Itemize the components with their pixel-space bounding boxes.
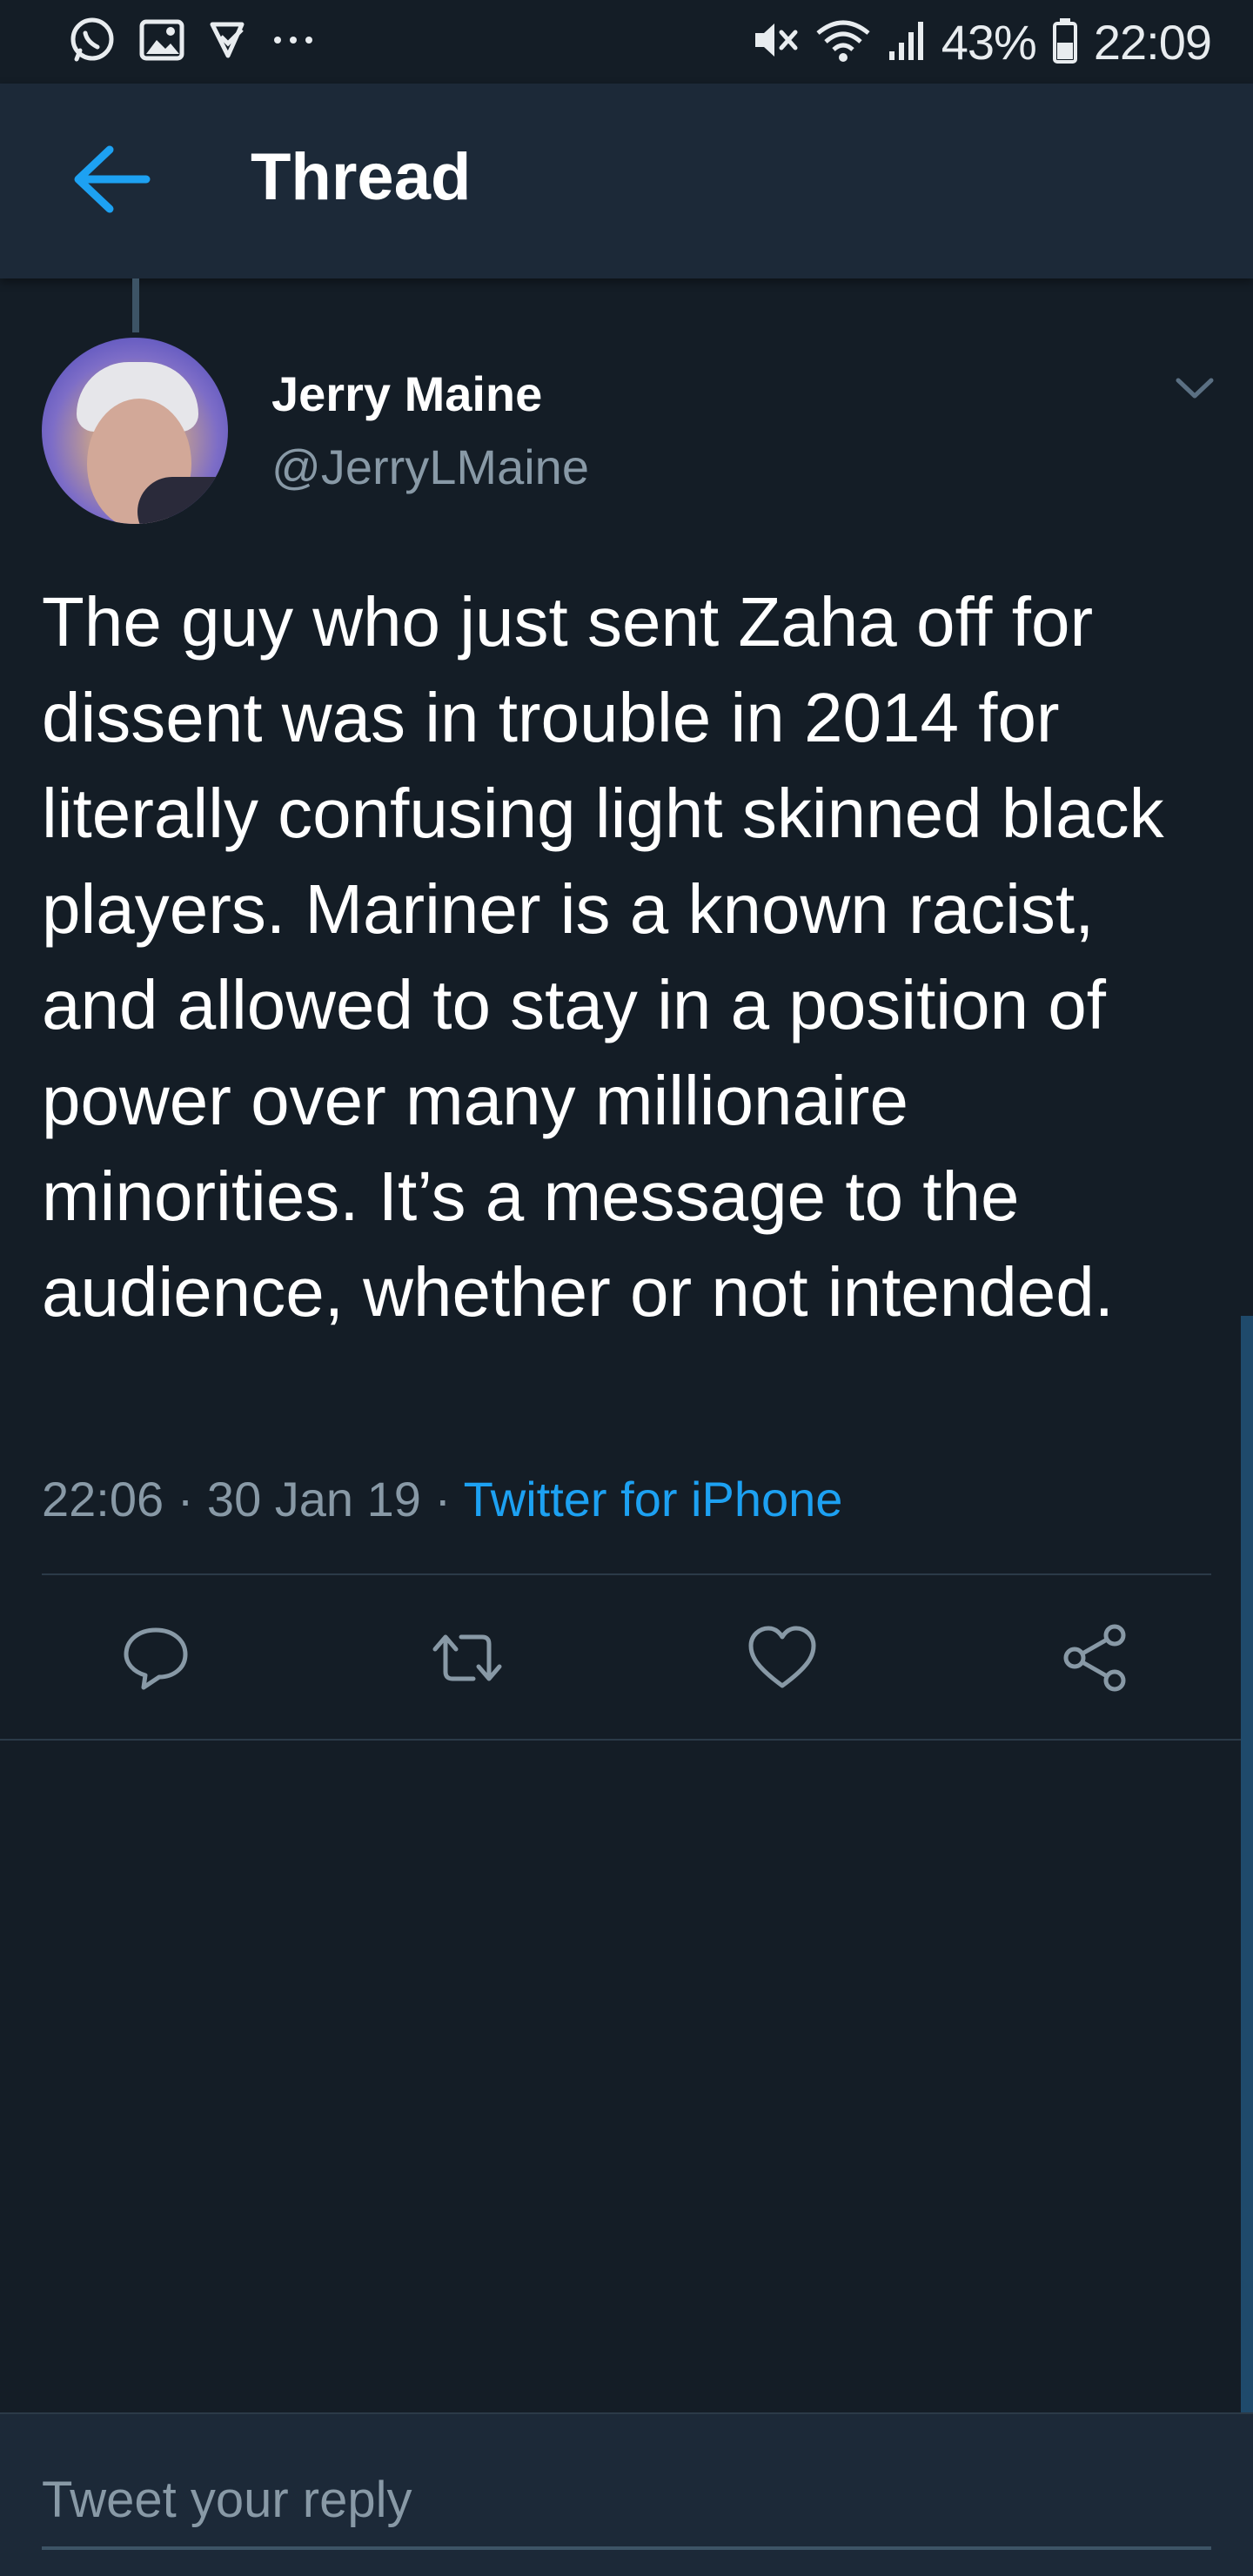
like-icon	[747, 1625, 817, 1695]
tweet-date: 30 Jan 19	[206, 1472, 421, 1526]
tweet-source-link[interactable]: Twitter for iPhone	[464, 1472, 843, 1526]
share-icon	[1061, 1623, 1130, 1697]
reply-composer	[0, 2412, 1253, 2576]
divider	[0, 1739, 1253, 1741]
meta-separator: ·	[177, 1472, 194, 1526]
reply-input-underline	[42, 2546, 1211, 2550]
status-bar-right: 43% 22:09	[736, 14, 1212, 70]
meta-separator: ·	[434, 1472, 452, 1526]
like-button[interactable]	[745, 1622, 820, 1697]
reply-input[interactable]	[42, 2463, 1211, 2536]
reply-icon	[121, 1623, 191, 1697]
signal-icon	[888, 18, 926, 66]
check-notification-icon	[207, 19, 249, 65]
tweet-text: The guy who just sent Zaha off for disse…	[42, 583, 1164, 1331]
battery-icon	[1052, 17, 1078, 68]
tweet-meta: 22:06 · 30 Jan 19 · Twitter for iPhone	[42, 1471, 842, 1527]
back-button[interactable]	[68, 141, 155, 221]
tweet-options-button[interactable]	[1171, 367, 1218, 414]
divider	[42, 1573, 1211, 1575]
gallery-icon	[139, 19, 184, 65]
mute-icon	[752, 18, 799, 66]
author-handle[interactable]: @JerryLMaine	[271, 439, 589, 495]
more-dots-icon	[271, 34, 315, 50]
battery-percent: 43%	[941, 14, 1037, 70]
clock: 22:09	[1093, 14, 1212, 70]
retweet-icon	[428, 1623, 506, 1697]
status-bar: 43% 22:09	[0, 0, 1253, 84]
retweet-button[interactable]	[430, 1622, 505, 1697]
back-arrow-icon	[71, 144, 151, 218]
scrollbar[interactable]	[1241, 1316, 1253, 2412]
status-bar-left	[68, 16, 338, 69]
thread-connector-line	[132, 278, 139, 332]
tweet-actions-bar	[0, 1577, 1253, 1739]
app-header: Thread	[0, 84, 1253, 278]
chevron-down-icon	[1175, 377, 1215, 406]
page-title: Thread	[251, 140, 472, 214]
reply-button[interactable]	[118, 1622, 193, 1697]
share-button[interactable]	[1058, 1622, 1133, 1697]
author-display-name[interactable]: Jerry Maine	[271, 366, 542, 422]
avatar[interactable]	[42, 338, 228, 524]
wifi-icon	[814, 17, 872, 67]
tweet-time: 22:06	[42, 1472, 164, 1526]
whatsapp-icon	[68, 16, 117, 69]
